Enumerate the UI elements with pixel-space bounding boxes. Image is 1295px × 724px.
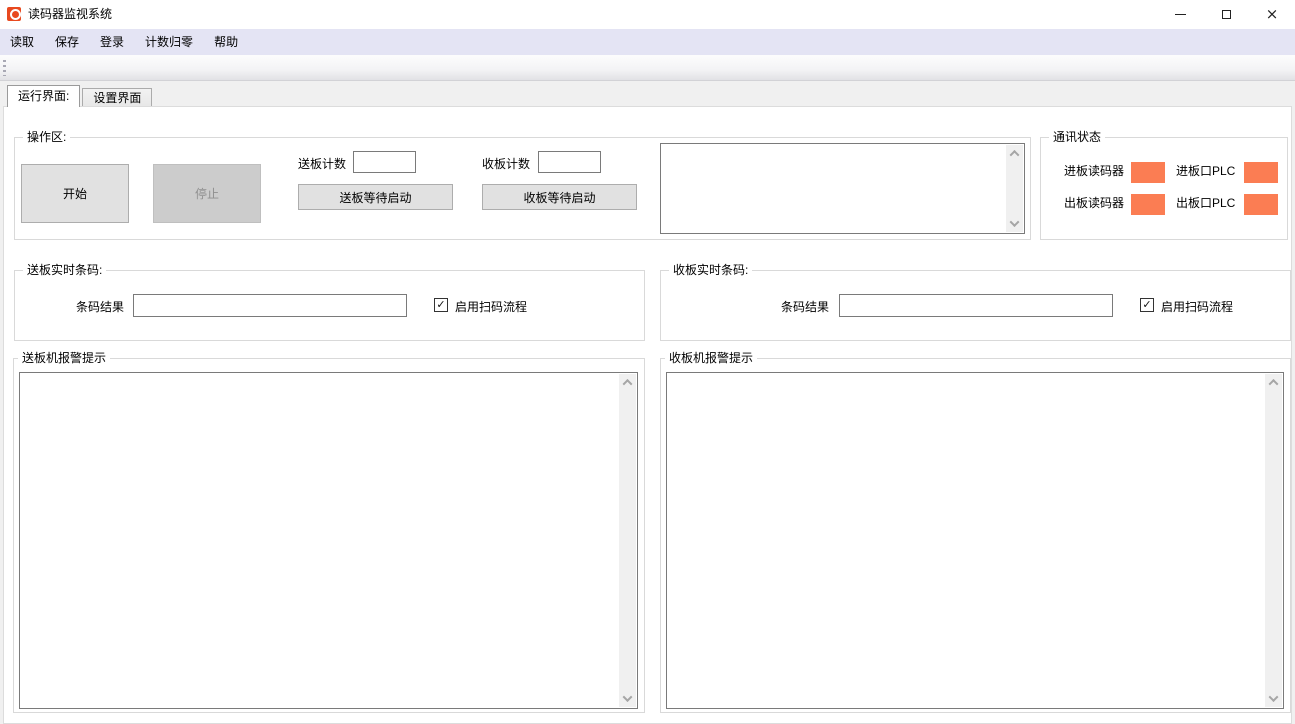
menu-item-help[interactable]: 帮助	[214, 29, 238, 55]
title-bar: 读码器监视系统 ×	[0, 0, 1295, 29]
window-title: 读码器监视系统	[28, 0, 112, 29]
menu-item-save[interactable]: 保存	[55, 29, 79, 55]
send-alarm-box[interactable]	[19, 372, 638, 709]
inboard-reader-status-indicator	[1131, 162, 1165, 183]
outboard-plc-status-indicator	[1244, 194, 1278, 215]
comm-status-title: 通讯状态	[1049, 130, 1105, 145]
close-button[interactable]: ×	[1249, 0, 1295, 29]
send-barcode-result-label: 条码结果	[76, 300, 124, 314]
receive-count-label: 收板计数	[482, 157, 530, 171]
menu-item-reset-count[interactable]: 计数归零	[145, 29, 193, 55]
minimize-icon	[1175, 14, 1186, 15]
menu-bar: 读取 保存 登录 计数归零 帮助	[0, 29, 1295, 55]
operation-area-group: 操作区: 开始 停止 送板计数 送板等待启动 收板计数 收板等待启动	[14, 137, 1031, 240]
checkmark-icon: ✓	[1142, 300, 1151, 311]
tab-settings-view[interactable]: 设置界面	[82, 88, 152, 107]
send-alarm-title: 送板机报警提示	[18, 351, 110, 366]
receive-count-input[interactable]	[538, 151, 601, 173]
receive-alarm-title: 收板机报警提示	[665, 351, 757, 366]
scroll-up-icon[interactable]	[619, 374, 636, 391]
receive-barcode-result-input[interactable]	[839, 294, 1113, 317]
maximize-button[interactable]	[1203, 0, 1249, 29]
menu-item-login[interactable]: 登录	[100, 29, 124, 55]
receive-alarm-box[interactable]	[666, 372, 1284, 709]
scroll-down-icon[interactable]	[619, 690, 636, 707]
stop-button[interactable]: 停止	[153, 164, 261, 223]
outboard-reader-status-indicator	[1131, 194, 1165, 215]
menu-item-read[interactable]: 读取	[10, 29, 34, 55]
receive-scan-enable-label: 启用扫码流程	[1161, 300, 1233, 314]
receive-barcode-group: 收板实时条码: 条码结果 ✓ 启用扫码流程	[660, 270, 1291, 341]
comm-status-group: 通讯状态 进板读码器 进板口PLC 出板读码器 出板口PLC	[1040, 137, 1288, 240]
inboard-plc-status-indicator	[1244, 162, 1278, 183]
minimize-button[interactable]	[1157, 0, 1203, 29]
caption-buttons: ×	[1157, 0, 1295, 29]
start-button[interactable]: 开始	[21, 164, 129, 223]
tab-strip: 运行界面: 设置界面	[7, 85, 154, 107]
send-barcode-group: 送板实时条码: 条码结果 ✓ 启用扫码流程	[14, 270, 645, 341]
send-wait-start-button[interactable]: 送板等待启动	[298, 184, 453, 210]
app-icon	[7, 7, 21, 21]
receive-alarm-scrollbar[interactable]	[1265, 374, 1282, 707]
receive-wait-start-button[interactable]: 收板等待启动	[482, 184, 637, 210]
operation-log-scrollbar[interactable]	[1006, 145, 1023, 232]
inboard-plc-label: 进板口PLC	[1176, 164, 1235, 178]
app-window: 读码器监视系统 × 读取 保存 登录 计数归零 帮助 运行界面: 设置界面 操作…	[0, 0, 1295, 724]
maximize-icon	[1222, 10, 1231, 19]
send-barcode-title: 送板实时条码:	[23, 263, 106, 278]
scroll-up-icon[interactable]	[1265, 374, 1282, 391]
receive-alarm-group: 收板机报警提示	[660, 358, 1291, 713]
inboard-reader-label: 进板读码器	[1064, 164, 1124, 178]
close-icon: ×	[1266, 7, 1279, 22]
tab-run-view[interactable]: 运行界面:	[7, 85, 80, 107]
outboard-reader-label: 出板读码器	[1064, 196, 1124, 210]
scroll-down-icon[interactable]	[1265, 690, 1282, 707]
send-barcode-result-input[interactable]	[133, 294, 407, 317]
outboard-plc-label: 出板口PLC	[1176, 196, 1235, 210]
operation-area-title: 操作区:	[23, 130, 70, 145]
send-scan-enable-label: 启用扫码流程	[455, 300, 527, 314]
send-alarm-group: 送板机报警提示	[13, 358, 645, 713]
send-count-input[interactable]	[353, 151, 416, 173]
scroll-down-icon[interactable]	[1006, 215, 1023, 232]
send-alarm-scrollbar[interactable]	[619, 374, 636, 707]
tool-strip	[0, 55, 1295, 81]
send-scan-enable-checkbox[interactable]: ✓	[434, 298, 448, 312]
scroll-up-icon[interactable]	[1006, 145, 1023, 162]
receive-barcode-title: 收板实时条码:	[669, 263, 752, 278]
receive-scan-enable-checkbox[interactable]: ✓	[1140, 298, 1154, 312]
receive-barcode-result-label: 条码结果	[781, 300, 829, 314]
checkmark-icon: ✓	[436, 300, 445, 311]
toolstrip-grip-icon[interactable]	[3, 60, 6, 76]
send-count-label: 送板计数	[298, 157, 346, 171]
operation-log-box[interactable]	[660, 143, 1025, 234]
